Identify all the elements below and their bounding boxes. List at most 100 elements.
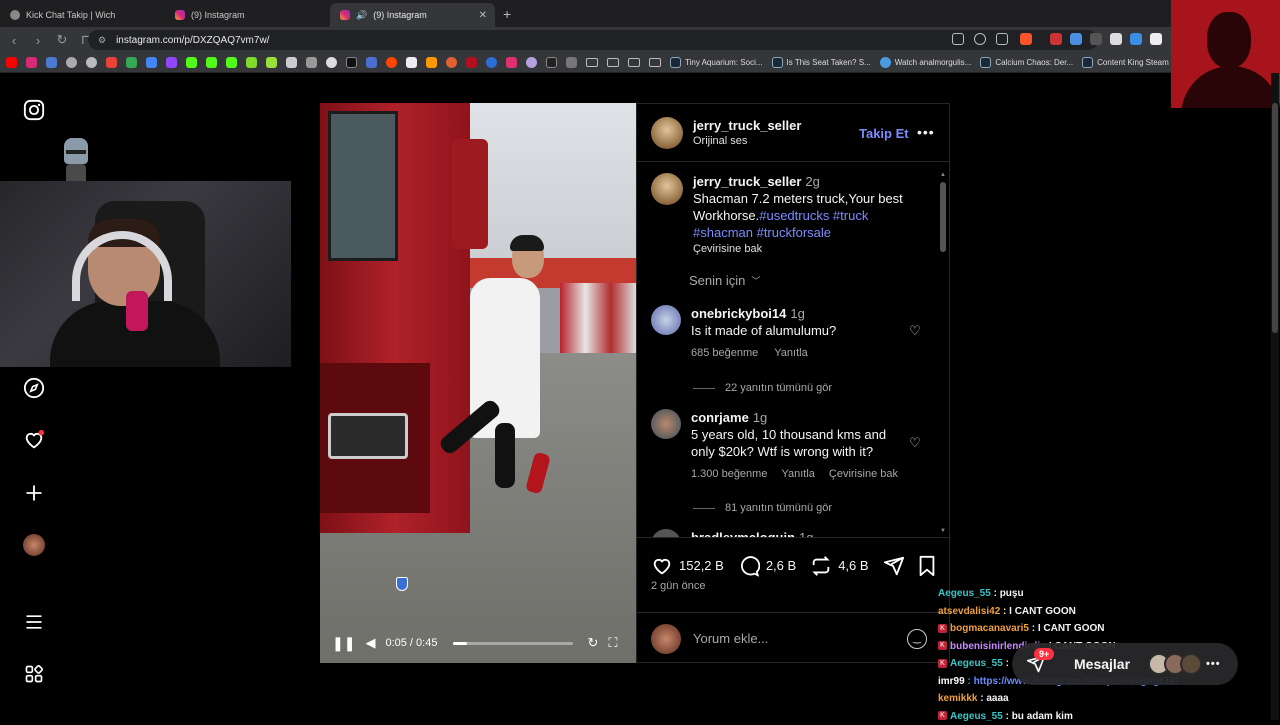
- bookmark-icon[interactable]: [506, 57, 517, 68]
- twitch-icon[interactable]: [166, 57, 177, 68]
- extension-icon[interactable]: [1050, 33, 1062, 45]
- youtube-icon[interactable]: [6, 57, 17, 68]
- folder-icon[interactable]: [628, 58, 640, 67]
- repost-button[interactable]: 4,6 B: [810, 555, 868, 577]
- comment-filter-dropdown[interactable]: Senin için ﹀: [689, 273, 760, 288]
- comment-input[interactable]: Yorum ekle...: [693, 631, 895, 646]
- notifications-heart-icon[interactable]: [22, 428, 46, 452]
- folder-icon[interactable]: [607, 58, 619, 67]
- author-avatar[interactable]: [651, 117, 683, 149]
- bookmark-icon[interactable]: [526, 57, 537, 68]
- author-avatar[interactable]: [651, 173, 683, 205]
- folder-icon[interactable]: [649, 58, 661, 67]
- back-icon[interactable]: ‹: [4, 33, 24, 48]
- folder-icon[interactable]: [586, 58, 598, 67]
- bookmark-icon[interactable]: [266, 57, 277, 68]
- follow-button[interactable]: Takip Et: [859, 126, 909, 141]
- anchor-icon[interactable]: [286, 57, 297, 68]
- comment-likes[interactable]: 685 beğenme: [691, 347, 758, 359]
- fullscreen-icon[interactable]: ⛶: [608, 635, 617, 651]
- site-info-icon[interactable]: ⚙: [98, 35, 106, 46]
- share-icon[interactable]: [883, 555, 905, 577]
- browser-tab-kick-chat[interactable]: Kick Chat Takip | Wich: [0, 3, 165, 27]
- menu-hamburger-icon[interactable]: [22, 610, 46, 634]
- view-replies[interactable]: 81 yanıtın tümünü gör: [693, 502, 832, 514]
- extension-icon[interactable]: [1150, 33, 1162, 45]
- github-icon[interactable]: [326, 57, 337, 68]
- comments-scrollbar[interactable]: ▲ ▼: [940, 172, 946, 534]
- create-plus-icon[interactable]: [22, 481, 46, 505]
- comment-button[interactable]: 2,6 B: [738, 555, 796, 577]
- more-options-icon[interactable]: •••: [1206, 658, 1221, 670]
- x-icon[interactable]: [346, 57, 357, 68]
- like-button[interactable]: 152,2 B: [651, 555, 724, 577]
- bookmark-icon[interactable]: [566, 57, 577, 68]
- pause-icon[interactable]: ❚❚: [332, 635, 355, 652]
- audio-label[interactable]: Orijinal ses: [693, 135, 801, 147]
- drive-icon[interactable]: [126, 57, 137, 68]
- extension-icon[interactable]: [1090, 33, 1102, 45]
- reply-button[interactable]: Yanıtla: [774, 347, 807, 359]
- bookmark-icon[interactable]: [546, 57, 557, 68]
- globe-icon[interactable]: [86, 57, 97, 68]
- kick-icon[interactable]: [206, 57, 217, 68]
- caption-hashtags[interactable]: #usedtrucks #truck: [759, 208, 868, 223]
- forward-icon[interactable]: ›: [28, 33, 48, 48]
- browser-tab-instagram-active[interactable]: 🔊 (9) Instagram ✕: [330, 3, 495, 27]
- page-scrollbar[interactable]: [1271, 73, 1279, 720]
- caption-hashtags[interactable]: #shacman #truckforsale: [693, 225, 831, 240]
- translate-link[interactable]: Çevirisine bak: [693, 243, 913, 255]
- emoji-icon[interactable]: ‿: [907, 629, 927, 649]
- gmail-icon[interactable]: [106, 57, 117, 68]
- bookmark-icon[interactable]: [486, 57, 497, 68]
- comment-username[interactable]: conrjame: [691, 410, 749, 425]
- comment-username[interactable]: bradleymcloquin: [691, 530, 795, 537]
- more-apps-icon[interactable]: [22, 662, 46, 686]
- author-username[interactable]: jerry_truck_seller: [693, 118, 801, 133]
- commenter-avatar[interactable]: [651, 529, 681, 537]
- comment-likes[interactable]: 1.300 beğenme: [691, 468, 767, 480]
- close-tab-icon[interactable]: ✕: [479, 10, 487, 21]
- reload-icon[interactable]: ↻: [52, 32, 72, 48]
- video-progress-bar[interactable]: [453, 642, 573, 645]
- brave-shield-icon[interactable]: [1020, 33, 1032, 45]
- share-icon[interactable]: [996, 33, 1008, 45]
- caption-username[interactable]: jerry_truck_seller: [693, 174, 801, 189]
- bookmark-item[interactable]: Calcium Chaos: Der...: [980, 57, 1073, 68]
- extension-icon[interactable]: [1110, 33, 1122, 45]
- replay-icon[interactable]: ↻: [587, 635, 598, 651]
- browser-tab-instagram[interactable]: (9) Instagram: [165, 3, 330, 27]
- view-replies[interactable]: 22 yanıtın tümünü gör: [693, 382, 832, 394]
- comment-username[interactable]: onebrickyboi14: [691, 306, 786, 321]
- reply-button[interactable]: Yanıtla: [781, 468, 814, 480]
- bookmark-icon[interactable]: [406, 57, 417, 68]
- amazon-icon[interactable]: [426, 57, 437, 68]
- post-video[interactable]: ❚❚ ◀ 0:05 / 0:45 ↻ ⛶: [320, 103, 636, 663]
- bookmark-item[interactable]: Content King Steam: [1082, 57, 1169, 68]
- bookmark-item[interactable]: Watch analmorgulis...: [880, 57, 972, 68]
- bookmark-item[interactable]: Tiny Aquarium: Soci...: [670, 57, 763, 68]
- bookmark-icon[interactable]: [306, 57, 317, 68]
- translate-link[interactable]: Çevirisine bak: [829, 468, 898, 480]
- instagram-logo-icon[interactable]: [22, 98, 46, 122]
- volume-icon[interactable]: ◀: [365, 635, 375, 651]
- commenter-avatar[interactable]: [651, 409, 681, 439]
- messages-button[interactable]: 9+ Mesajlar •••: [1012, 643, 1238, 685]
- bookmark-item[interactable]: Is This Seat Taken? S...: [772, 57, 871, 68]
- reddit-icon[interactable]: [386, 57, 397, 68]
- scroll-up-icon[interactable]: ▲: [940, 172, 946, 178]
- zoom-icon[interactable]: [974, 33, 986, 45]
- bookmark-icon[interactable]: [46, 57, 57, 68]
- more-options-icon[interactable]: •••: [917, 124, 935, 140]
- bookmark-icon[interactable]: [366, 57, 377, 68]
- bookmark-icon[interactable]: [466, 57, 477, 68]
- instagram-icon[interactable]: [26, 57, 37, 68]
- globe-icon[interactable]: [66, 57, 77, 68]
- profile-avatar[interactable]: [22, 533, 46, 557]
- like-comment-icon[interactable]: ♡: [909, 323, 921, 339]
- bookmark-icon[interactable]: [446, 57, 457, 68]
- new-tab-button[interactable]: +: [503, 6, 511, 22]
- save-icon[interactable]: [917, 555, 937, 577]
- kick-icon[interactable]: [186, 57, 197, 68]
- docs-icon[interactable]: [146, 57, 157, 68]
